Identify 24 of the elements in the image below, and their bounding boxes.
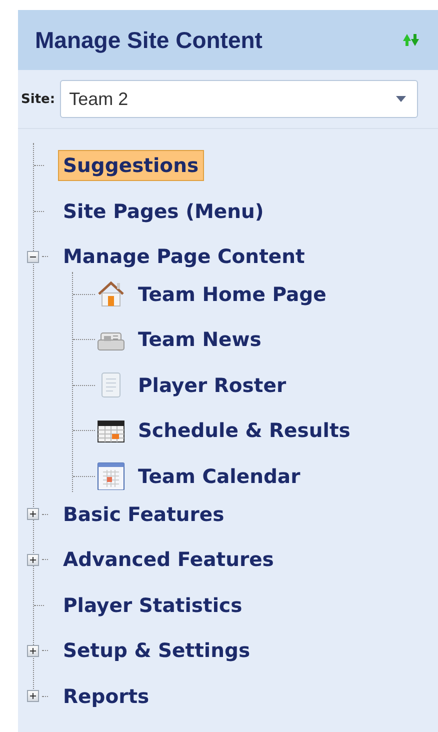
tree-item[interactable]: Player Roster [133,370,292,401]
site-label: Site: [21,92,56,106]
tree-item[interactable]: Setup & Settings [58,635,256,666]
panel-title: Manage Site Content [35,26,262,54]
tree-item[interactable]: Manage Page Content [58,241,310,272]
tree-item[interactable]: Site Pages (Menu) [58,196,269,227]
tree-item[interactable]: Schedule & Results [133,415,356,446]
expand-icon[interactable] [27,690,39,702]
tree-item[interactable]: Reports [58,680,154,712]
expand-icon[interactable] [27,554,39,566]
caret-icon [396,96,406,102]
tree-item[interactable]: Team Calendar [133,460,306,492]
expand-icon[interactable] [27,508,39,520]
tree-item[interactable]: Team News [133,324,266,356]
house-icon [97,280,125,308]
expand-icon[interactable] [27,644,39,657]
site-dropdown[interactable]: Team 2 [60,80,418,118]
tree-item[interactable]: Team Home Page [133,278,332,310]
collapse-icon[interactable] [27,250,39,263]
tree-item[interactable]: Player Statistics [58,590,248,621]
tree-item[interactable]: Suggestions [58,150,204,182]
calendar-icon [97,462,125,490]
tree-item[interactable]: Advanced Features [58,544,279,576]
tree-item[interactable]: Basic Features [58,498,230,530]
